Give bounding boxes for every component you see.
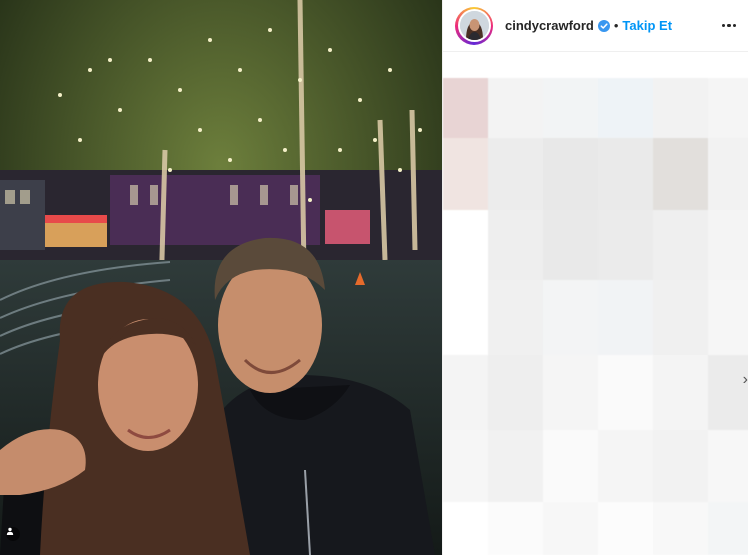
- more-dot: [727, 23, 731, 28]
- more-horizontal-icon: [721, 23, 725, 28]
- avatar-image: [459, 11, 489, 40]
- verified-badge-icon: [597, 19, 610, 32]
- more-dot: [732, 23, 736, 28]
- post-side-panel: cindycrawford • Takip Et ›: [442, 0, 748, 555]
- instagram-post: cindycrawford • Takip Et ›: [0, 0, 748, 555]
- follow-button[interactable]: Takip Et: [622, 18, 672, 33]
- couple-selfie-image: [0, 0, 442, 555]
- user-tag-button[interactable]: [6, 527, 20, 541]
- username-link[interactable]: cindycrawford: [505, 18, 594, 33]
- chevron-right-icon[interactable]: ›: [743, 372, 748, 388]
- avatar-border: [457, 9, 491, 42]
- header-separator: •: [613, 18, 619, 33]
- post-photo[interactable]: [0, 0, 442, 555]
- comments-area-pixelated: [443, 78, 748, 555]
- avatar: [459, 11, 489, 40]
- more-options-button[interactable]: [720, 18, 739, 34]
- person-icon: [6, 527, 14, 535]
- post-header: cindycrawford • Takip Et: [443, 0, 748, 52]
- profile-avatar-button[interactable]: [455, 6, 493, 45]
